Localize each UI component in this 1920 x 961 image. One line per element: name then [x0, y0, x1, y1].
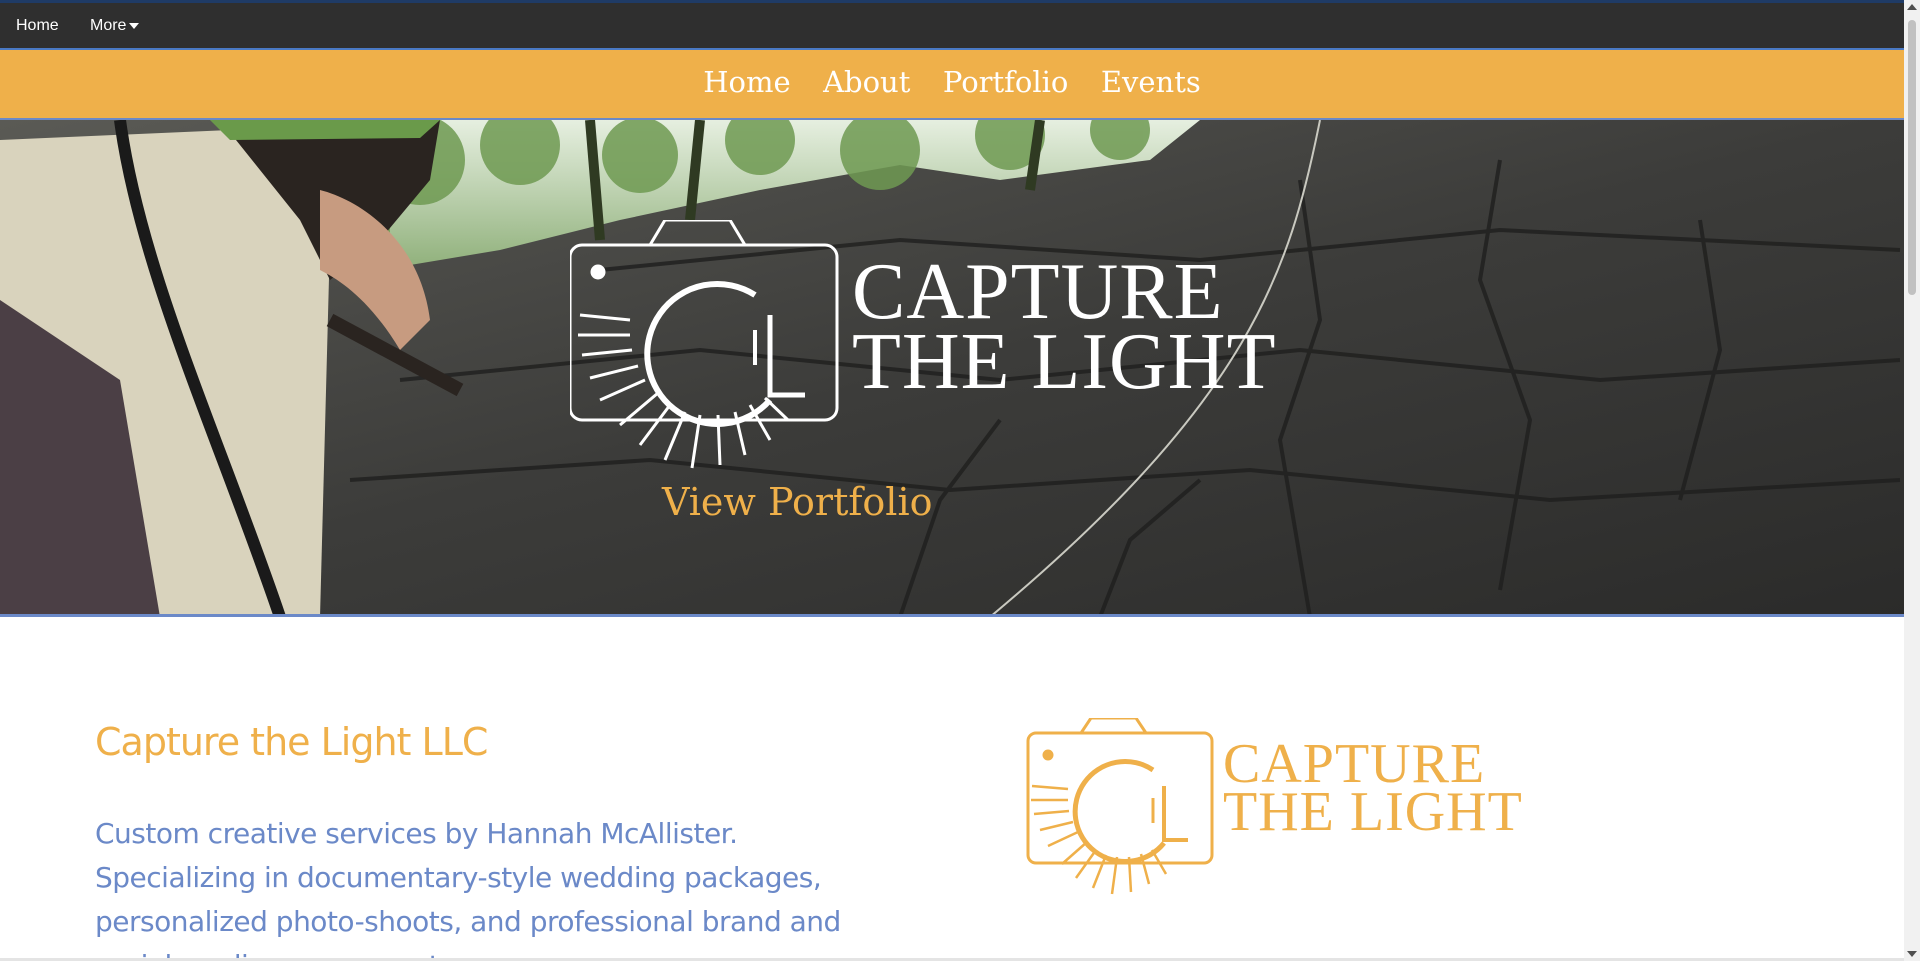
admin-home-link[interactable]: Home: [16, 17, 59, 35]
nav-link-portfolio[interactable]: Portfolio: [943, 65, 1069, 99]
admin-more-menu[interactable]: More: [90, 17, 140, 35]
hero-banner: CAPTURE THE LIGHT View Portfolio: [0, 120, 1904, 617]
company-description: Custom creative services by Hannah McAll…: [95, 817, 841, 961]
caret-down-icon: [129, 22, 140, 29]
view-portfolio-button[interactable]: View Portfolio: [662, 480, 933, 524]
scroll-down-arrow-icon[interactable]: [1907, 951, 1917, 957]
main-nav-links: Home About Portfolio Events: [0, 65, 1904, 99]
admin-bar: Home More: [0, 0, 1904, 50]
hero-logo-title: CAPTURE THE LIGHT: [852, 248, 1277, 406]
nav-link-home[interactable]: Home: [703, 65, 790, 99]
hero-logo-title-line2: THE LIGHT: [852, 318, 1277, 406]
main-nav: Home About Portfolio Events: [0, 50, 1904, 120]
hero-logo-title-line1: CAPTURE: [852, 248, 1224, 336]
scroll-up-arrow-icon[interactable]: [1907, 4, 1917, 10]
page: Home More Home About Portfolio Events CA…: [0, 0, 1920, 961]
nav-link-about[interactable]: About: [823, 65, 910, 99]
content-logo-title-line2: THE LIGHT: [1223, 781, 1523, 843]
vertical-scrollbar[interactable]: [1904, 0, 1920, 961]
company-name-heading: Capture the Light LLC: [95, 720, 488, 764]
nav-link-events[interactable]: Events: [1101, 65, 1201, 99]
scrollbar-thumb[interactable]: [1908, 20, 1916, 295]
admin-more-label: More: [90, 17, 127, 34]
content-logo-title: CAPTURE THE LIGHT: [1223, 736, 1523, 843]
